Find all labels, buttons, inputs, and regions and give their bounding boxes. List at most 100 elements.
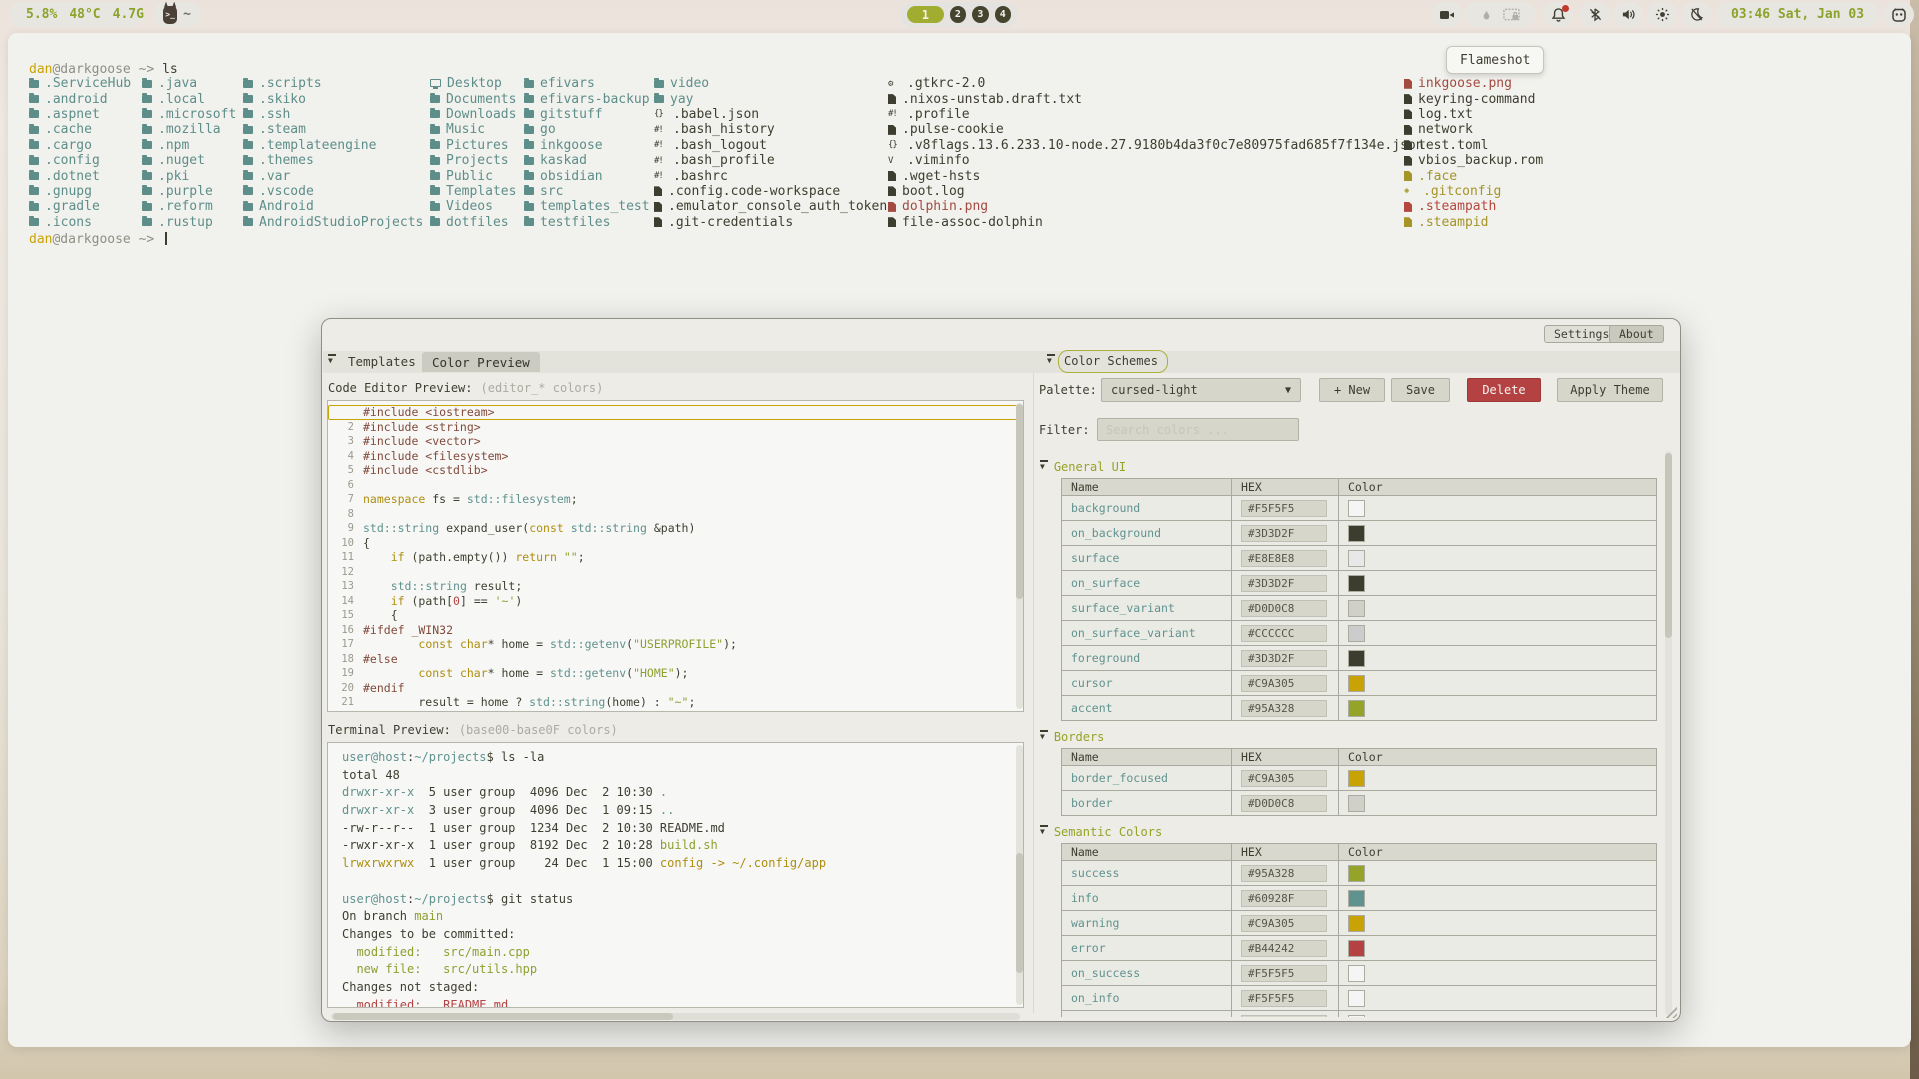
color-name[interactable]: on_surface: [1062, 571, 1232, 596]
terminal-app-chip[interactable]: ~: [153, 2, 201, 27]
hex-input[interactable]: #C9A305: [1241, 915, 1327, 932]
color-swatch[interactable]: [1348, 550, 1365, 567]
folder-icon: [243, 110, 253, 118]
code-line: 4#include <filesystem>: [328, 449, 1023, 464]
file-entry: .git-credentials: [654, 215, 887, 230]
hex-input[interactable]: #95A328: [1241, 865, 1327, 882]
hex-input[interactable]: #3D3D2F: [1241, 575, 1327, 592]
terminal-h-scrollbar[interactable]: [331, 1013, 1020, 1020]
brightness-chip[interactable]: [1647, 2, 1677, 27]
color-name[interactable]: cursor: [1062, 671, 1232, 696]
color-swatch[interactable]: [1348, 865, 1365, 882]
color-name[interactable]: surface: [1062, 546, 1232, 571]
collapse-icon[interactable]: ▼: [1040, 733, 1045, 741]
volume-chip[interactable]: [1613, 2, 1643, 27]
hex-input[interactable]: #C9A305: [1241, 770, 1327, 787]
hex-input[interactable]: #D0D0C8: [1241, 600, 1327, 617]
color-swatch[interactable]: [1348, 525, 1365, 542]
hex-input[interactable]: #F5F5F5: [1241, 1015, 1327, 1018]
section-title[interactable]: General UI: [1054, 460, 1126, 474]
color-swatch[interactable]: [1348, 625, 1365, 642]
hex-input[interactable]: #D0D0C8: [1241, 795, 1327, 812]
tab-color-preview[interactable]: Color Preview: [422, 352, 540, 372]
about-button[interactable]: About: [1609, 325, 1664, 343]
color-name[interactable]: on_surface_variant: [1062, 621, 1232, 646]
notifications-chip[interactable]: [1543, 2, 1573, 27]
color-name[interactable]: background: [1062, 496, 1232, 521]
color-schemes-header[interactable]: Color Schemes: [1064, 354, 1158, 368]
color-name[interactable]: on_info: [1062, 986, 1232, 1011]
list-scrollbar[interactable]: [1665, 451, 1672, 1015]
terminal-scrollbar[interactable]: [1016, 745, 1023, 1005]
hex-input[interactable]: #B44242: [1241, 940, 1327, 957]
color-swatch[interactable]: [1348, 915, 1365, 932]
hex-input[interactable]: #95A328: [1241, 700, 1327, 717]
section-title[interactable]: Borders: [1054, 730, 1105, 744]
palette-dropdown[interactable]: cursed-light ▼: [1101, 378, 1301, 402]
screen-record-chip[interactable]: [1432, 2, 1462, 27]
shell-prompt-line-2[interactable]: dan@darkgoose ~>: [29, 232, 167, 247]
color-name[interactable]: surface_variant: [1062, 596, 1232, 621]
color-swatch[interactable]: [1348, 700, 1365, 717]
apply-theme-button[interactable]: Apply Theme: [1557, 378, 1663, 402]
new-palette-button[interactable]: + New: [1319, 378, 1385, 402]
color-name[interactable]: border_focused: [1062, 766, 1232, 791]
code-line: 13 std::string result;: [328, 579, 1023, 594]
collapse-icon[interactable]: ▼: [1040, 828, 1045, 836]
workspace-4[interactable]: 4: [995, 6, 1011, 23]
color-name[interactable]: warning: [1062, 911, 1232, 936]
workspace-3[interactable]: 3: [972, 6, 988, 23]
delete-button[interactable]: Delete: [1467, 378, 1541, 402]
save-button[interactable]: Save: [1391, 378, 1450, 402]
hex-input[interactable]: #E8E8E8: [1241, 550, 1327, 567]
color-swatch[interactable]: [1348, 500, 1365, 517]
code-scrollbar[interactable]: [1016, 403, 1023, 709]
hex-input[interactable]: #CCCCCC: [1241, 625, 1327, 642]
workspace-2[interactable]: 2: [950, 6, 966, 23]
color-swatch[interactable]: [1348, 770, 1365, 787]
color-name[interactable]: border: [1062, 791, 1232, 816]
color-swatch[interactable]: [1348, 650, 1365, 667]
color-name[interactable]: on_background: [1062, 521, 1232, 546]
collapse-icon[interactable]: ▼: [1040, 463, 1045, 471]
color-name[interactable]: info: [1062, 886, 1232, 911]
color-swatch[interactable]: [1348, 1015, 1365, 1018]
color-swatch[interactable]: [1348, 990, 1365, 1007]
file-entry: .dotnet: [29, 168, 131, 183]
color-swatch[interactable]: [1348, 890, 1365, 907]
night-light-chip[interactable]: [1681, 2, 1711, 27]
color-swatch[interactable]: [1348, 675, 1365, 692]
workspace-1[interactable]: 1: [907, 6, 944, 23]
tray-app-chip[interactable]: [1884, 2, 1914, 27]
system-stats-chip[interactable]: 5.8% 48°C 4.7G: [10, 2, 144, 27]
hex-input[interactable]: #3D3D2F: [1241, 525, 1327, 542]
hex-input[interactable]: #F5F5F5: [1241, 990, 1327, 1007]
color-name[interactable]: accent: [1062, 696, 1232, 721]
clock-chip[interactable]: 03:46 Sat, Jan 03: [1716, 2, 1879, 27]
color-swatch[interactable]: [1348, 965, 1365, 982]
tab-templates[interactable]: Templates: [348, 354, 416, 369]
column-header: HEX: [1232, 479, 1339, 496]
color-name[interactable]: error: [1062, 936, 1232, 961]
color-name[interactable]: foreground: [1062, 646, 1232, 671]
file-entry: video: [654, 76, 887, 91]
hex-input[interactable]: #3D3D2F: [1241, 650, 1327, 667]
hex-input[interactable]: #C9A305: [1241, 675, 1327, 692]
section-title[interactable]: Semantic Colors: [1054, 825, 1162, 839]
collapse-icon[interactable]: ▼: [328, 357, 333, 365]
inactive-tools-chip[interactable]: [1465, 2, 1535, 27]
color-swatch[interactable]: [1348, 795, 1365, 812]
color-name[interactable]: on_success: [1062, 961, 1232, 986]
collapse-icon[interactable]: ▼: [1047, 357, 1052, 365]
color-name[interactable]: success: [1062, 861, 1232, 886]
color-swatch[interactable]: [1348, 940, 1365, 957]
bluetooth-chip[interactable]: [1580, 2, 1610, 27]
color-swatch[interactable]: [1348, 600, 1365, 617]
hex-input[interactable]: #60928F: [1241, 890, 1327, 907]
color-swatch[interactable]: [1348, 575, 1365, 592]
color-name[interactable]: on_warning: [1062, 1011, 1232, 1018]
hex-input[interactable]: #F5F5F5: [1241, 500, 1327, 517]
hex-input[interactable]: #F5F5F5: [1241, 965, 1327, 982]
file-entry: .skiko: [243, 91, 423, 106]
filter-input[interactable]: [1097, 418, 1299, 441]
